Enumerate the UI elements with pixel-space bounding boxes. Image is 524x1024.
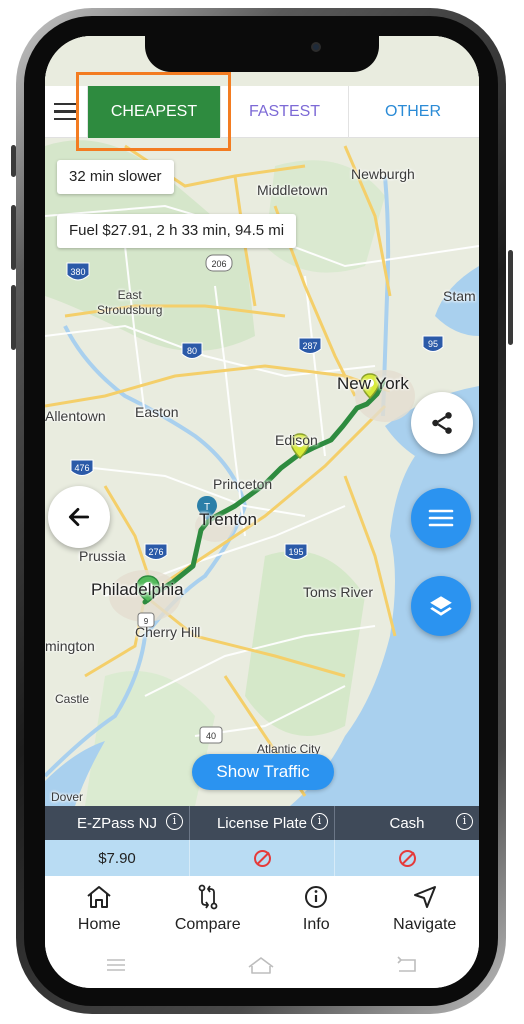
map-label-east-stroudsburg: East Stroudsburg <box>97 288 163 317</box>
nav-compare[interactable]: Compare <box>154 876 263 942</box>
info-icon[interactable]: i <box>456 813 473 830</box>
map-label-new-castle: Castle <box>55 692 90 706</box>
map-label-dover: Dover <box>51 790 84 804</box>
toll-value-ezpass: $7.90 <box>45 840 190 876</box>
toll-header-label: License Plate <box>216 814 308 832</box>
toll-table-header: E-ZPass NJ i License Plate i Cash i <box>45 806 479 840</box>
system-home-icon[interactable] <box>246 955 276 975</box>
toll-header-license-plate[interactable]: License Plate i <box>190 806 335 840</box>
svg-text:40: 40 <box>206 731 216 741</box>
nav-compare-label: Compare <box>174 916 241 933</box>
navigation-arrow-icon <box>413 886 436 908</box>
power-button <box>508 250 513 345</box>
tab-fastest[interactable]: FASTEST <box>220 85 348 138</box>
map-label-allentown: Allentown <box>45 408 106 424</box>
toll-value-cash <box>335 840 479 876</box>
tab-cheapest[interactable]: CHEAPEST <box>87 85 220 138</box>
svg-text:195: 195 <box>288 547 303 557</box>
recent-apps-icon[interactable] <box>105 957 127 973</box>
tab-other[interactable]: OTHER <box>348 85 477 138</box>
bottom-navigation: Home Compare Info Navigate <box>45 876 479 942</box>
volume-down-button <box>11 285 16 350</box>
nav-info-label: Info <box>302 916 330 933</box>
route-summary-chip: Fuel $27.91, 2 h 33 min, 94.5 mi <box>57 214 297 248</box>
layers-button[interactable] <box>411 576 471 636</box>
volume-up-button <box>11 205 16 270</box>
toll-header-ezpass[interactable]: E-ZPass NJ i <box>45 806 190 840</box>
not-available-icon <box>398 849 416 867</box>
svg-text:206: 206 <box>211 259 226 269</box>
list-icon <box>428 509 454 527</box>
back-button[interactable] <box>48 486 110 548</box>
list-button[interactable] <box>411 488 471 548</box>
front-camera <box>311 42 321 52</box>
show-traffic-button[interactable]: Show Traffic <box>192 754 334 790</box>
toll-table-row: $7.90 <box>45 840 479 876</box>
map-label-edison: Edison <box>275 432 318 448</box>
nav-home[interactable]: Home <box>45 876 154 942</box>
svg-text:287: 287 <box>302 341 317 351</box>
compare-icon <box>198 884 218 910</box>
map-label-new-york: New York <box>337 374 409 393</box>
map-label-middletown: Middletown <box>257 182 328 198</box>
map-label-philadelphia: Philadelphia <box>91 580 184 599</box>
info-circle-icon <box>305 886 328 908</box>
share-button[interactable] <box>411 392 473 454</box>
map-label-newburgh: Newburgh <box>351 166 415 182</box>
route-type-tabbar: CHEAPEST FASTEST OTHER <box>45 85 479 138</box>
app-screen: T 380 206 80 287 95 476 276 195 40 9 New… <box>45 36 479 988</box>
map-label-cherry-hill: Cherry Hill <box>135 624 201 640</box>
system-back-icon[interactable] <box>395 956 419 974</box>
map-label-princeton: Princeton <box>213 476 273 492</box>
route-delay-chip: 32 min slower <box>57 160 174 194</box>
arrow-left-icon <box>68 508 90 526</box>
map-label-trenton: Trenton <box>199 510 257 529</box>
map-label-wilmington: mington <box>45 638 95 654</box>
svg-text:380: 380 <box>70 267 85 277</box>
notch <box>145 36 379 72</box>
share-icon <box>432 412 452 434</box>
toll-value-license-plate <box>190 840 335 876</box>
svg-text:80: 80 <box>187 346 197 356</box>
home-icon <box>87 886 111 908</box>
svg-text:476: 476 <box>74 463 89 473</box>
map-label-prussia: Prussia <box>79 548 126 564</box>
nav-navigate-label: Navigate <box>393 916 457 933</box>
map-label-stamford: Stam <box>443 288 476 304</box>
mute-switch <box>11 145 16 177</box>
info-icon[interactable]: i <box>311 813 328 830</box>
nav-home-label: Home <box>77 916 121 933</box>
layers-icon <box>430 596 452 616</box>
system-navigation-bar <box>45 942 479 988</box>
toll-header-label: E-ZPass NJ <box>76 814 157 832</box>
not-available-icon <box>253 849 271 867</box>
svg-text:95: 95 <box>428 339 438 349</box>
toll-header-cash[interactable]: Cash i <box>335 806 479 840</box>
menu-icon[interactable] <box>45 86 85 138</box>
nav-info[interactable]: Info <box>262 876 371 942</box>
map-label-easton: Easton <box>135 404 179 420</box>
svg-text:276: 276 <box>148 547 163 557</box>
nav-navigate[interactable]: Navigate <box>371 876 480 942</box>
info-icon[interactable]: i <box>166 813 183 830</box>
toll-header-label: Cash <box>389 814 425 832</box>
map-label-toms-river: Toms River <box>303 584 374 600</box>
